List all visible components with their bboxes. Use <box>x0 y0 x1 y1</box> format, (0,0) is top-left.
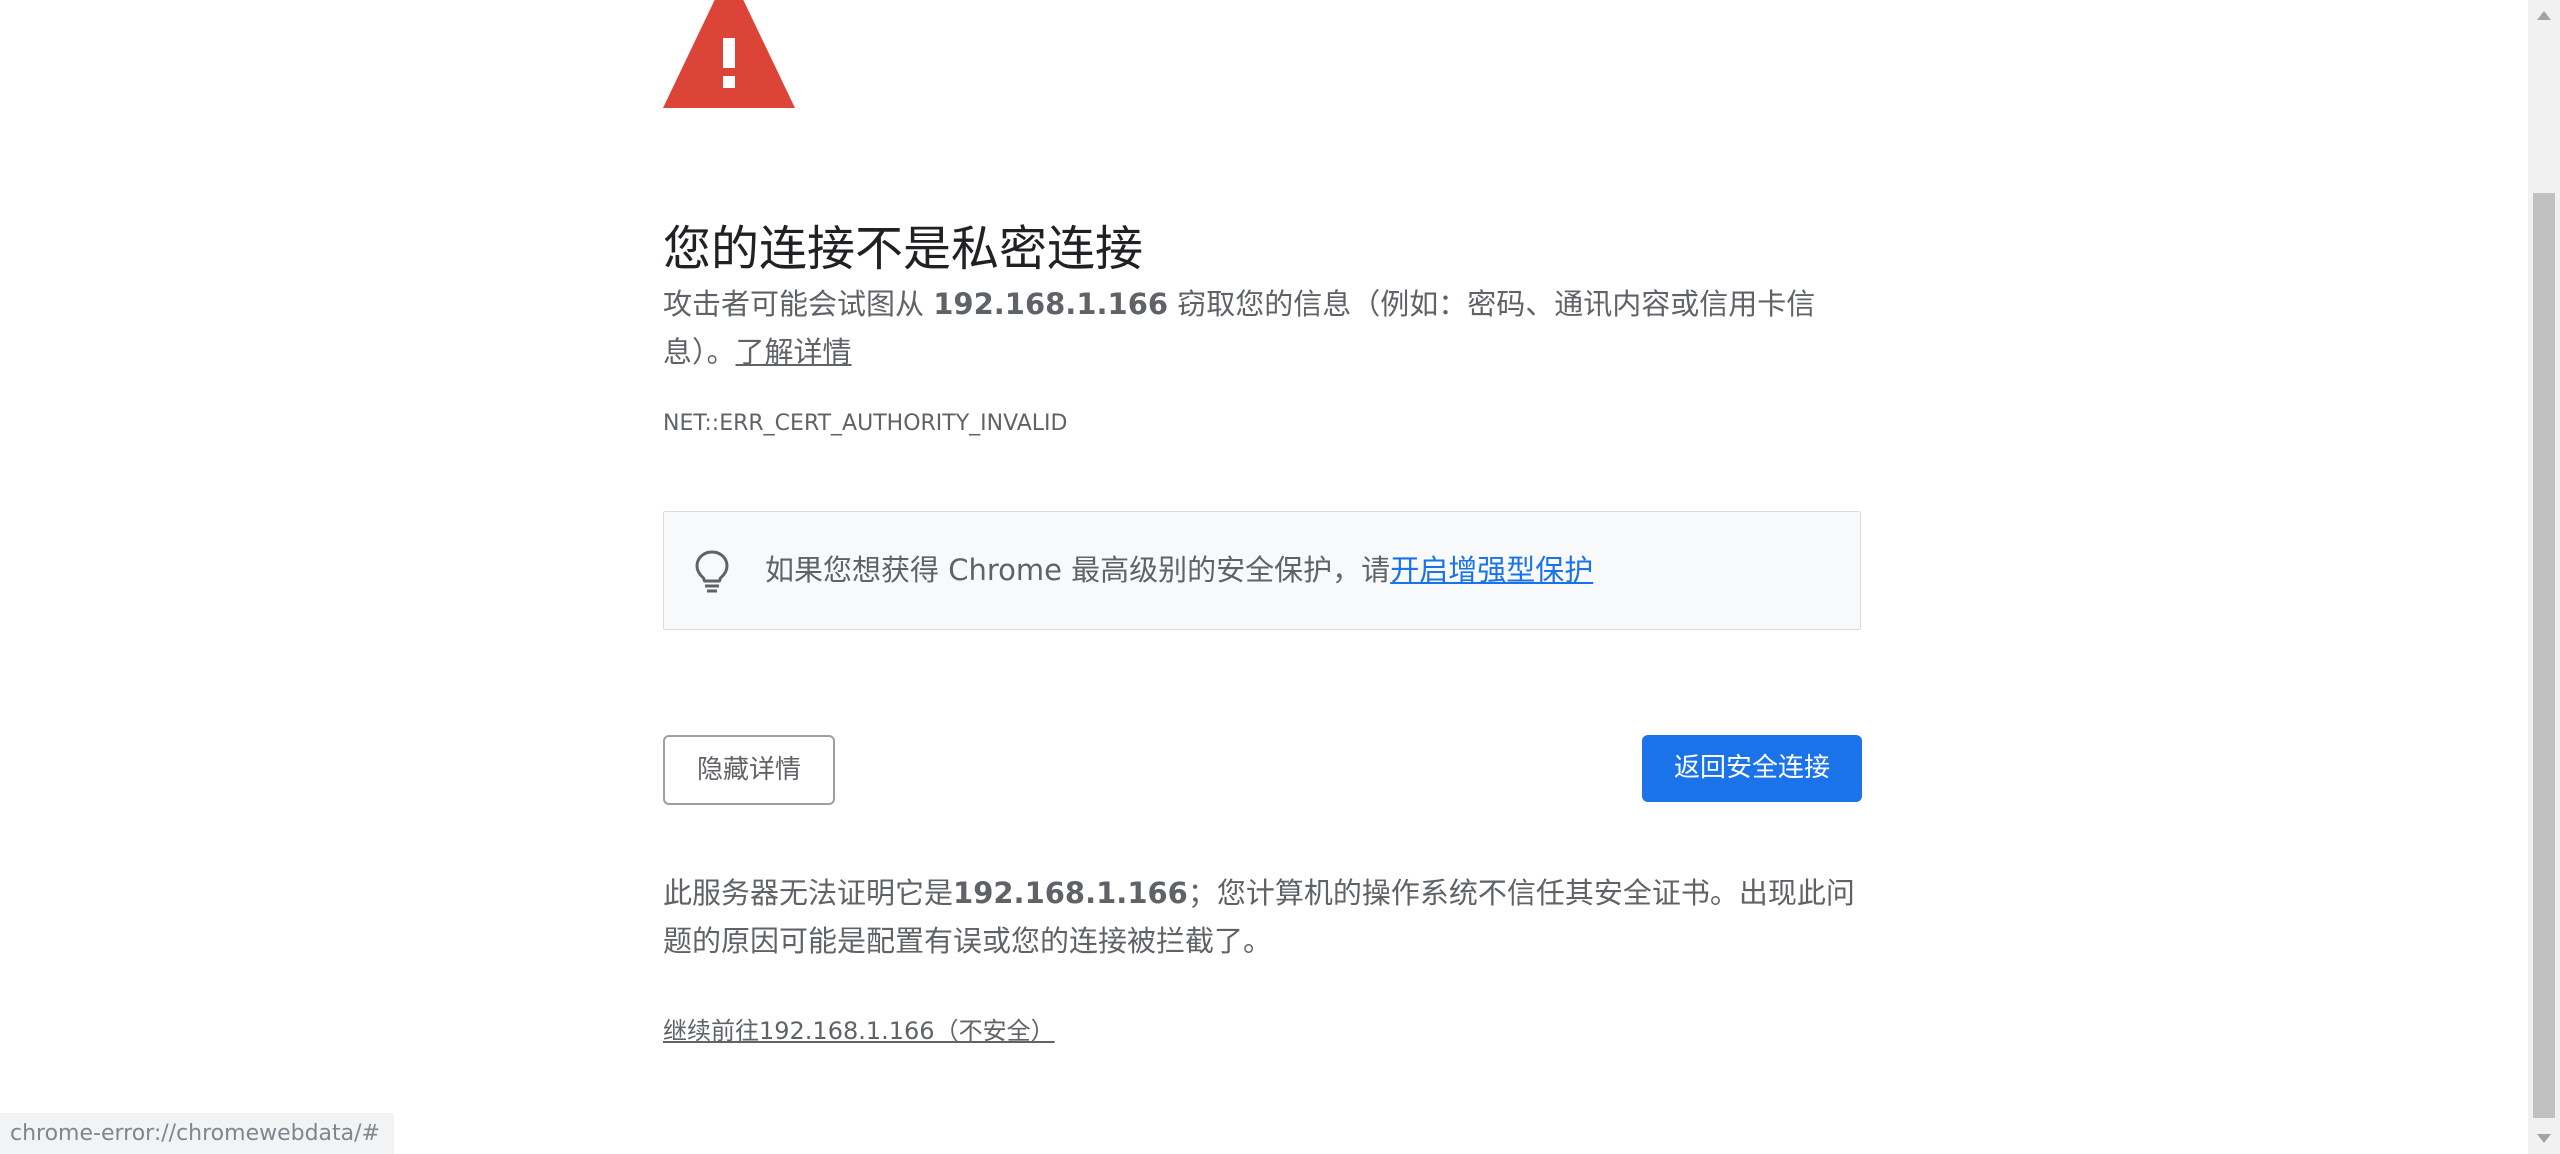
proceed-unsafe-link[interactable]: 继续前往192.168.1.166（不安全） <box>663 1013 1055 1049</box>
scrollbar-thumb[interactable] <box>2533 193 2555 1118</box>
explanation-host: 192.168.1.166 <box>933 287 1169 321</box>
details-text: 此服务器无法证明它是192.168.1.166；您计算机的操作系统不信任其安全证… <box>663 869 1863 965</box>
page-title: 您的连接不是私密连接 <box>663 221 1144 278</box>
interstitial-page: 您的连接不是私密连接 攻击者可能会试图从 192.168.1.166 窃取您的信… <box>0 0 2528 1154</box>
status-bar-url: chrome-error://chromewebdata/# <box>0 1113 394 1154</box>
explanation-prefix: 攻击者可能会试图从 <box>663 287 934 321</box>
vertical-scrollbar[interactable] <box>2528 0 2560 1154</box>
lightbulb-icon <box>695 550 729 593</box>
scroll-up-arrow-icon[interactable] <box>2528 0 2560 32</box>
promo-message: 如果您想获得 Chrome 最高级别的安全保护，请开启增强型保护 <box>765 548 1593 592</box>
enable-enhanced-protection-link[interactable]: 开启增强型保护 <box>1390 553 1593 587</box>
back-to-safety-button[interactable]: 返回安全连接 <box>1642 735 1862 802</box>
error-code: NET::ERR_CERT_AUTHORITY_INVALID <box>663 411 1068 436</box>
main-explanation: 攻击者可能会试图从 192.168.1.166 窃取您的信息（例如：密码、通讯内… <box>663 280 1863 376</box>
enhanced-protection-promo: 如果您想获得 Chrome 最高级别的安全保护，请开启增强型保护 <box>663 511 1861 630</box>
promo-text: 如果您想获得 Chrome 最高级别的安全保护，请 <box>765 553 1391 587</box>
warning-triangle-icon <box>663 0 795 108</box>
details-prefix: 此服务器无法证明它是 <box>663 876 954 910</box>
details-host: 192.168.1.166 <box>953 876 1188 910</box>
learn-more-link[interactable]: 了解详情 <box>736 335 852 369</box>
scroll-down-arrow-icon[interactable] <box>2528 1122 2560 1154</box>
hide-details-button[interactable]: 隐藏详情 <box>663 735 835 805</box>
